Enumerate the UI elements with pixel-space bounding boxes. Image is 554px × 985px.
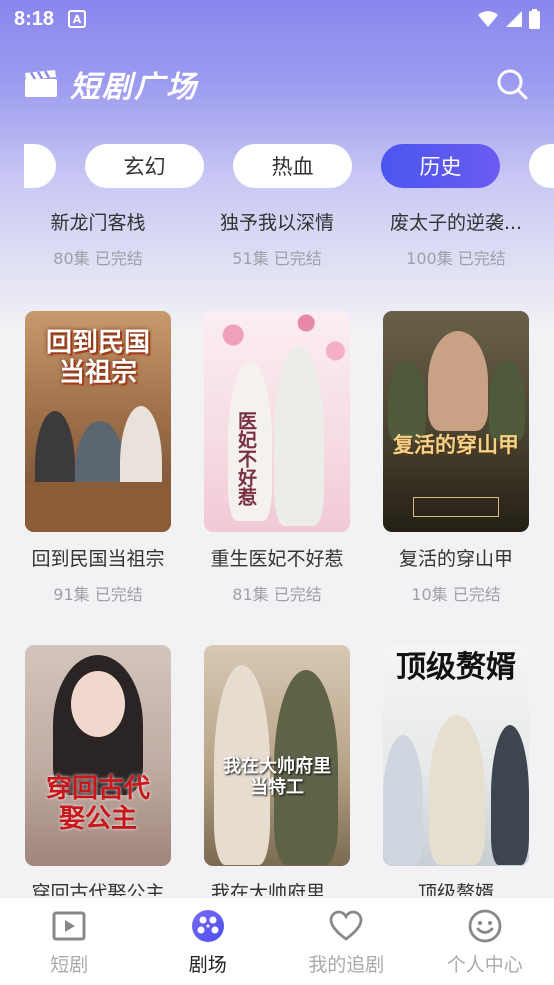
nav-label: 短剧 [50,954,89,976]
nav-label: 个人中心 [446,954,523,976]
app-header: 短剧广场 [0,56,554,112]
heart-icon [329,910,363,941]
search-icon [497,69,528,100]
drama-meta: 91集 已完结 [53,585,143,604]
poster-title: 顶级赘婿 [396,650,516,685]
drama-row: 穿回古代 娶公主 穿回古代娶公主 我在大帅府里 当特工 我在大帅府里... 顶级… [24,645,530,896]
drama-title: 我在大帅府里... [210,882,344,896]
drama-title: 顶级赘婿 [417,882,494,896]
nav-tab-juchang[interactable]: 剧场 [139,898,278,985]
drama-meta: 51集 已完结 [232,249,322,268]
poster-title: 医妃不好惹 [235,411,257,506]
nav-tab-profile[interactable]: 个人中心 [416,898,554,985]
page-title: 短剧广场 [70,70,198,105]
drama-card[interactable]: 穿回古代 娶公主 穿回古代娶公主 [24,645,172,896]
drama-poster[interactable]: 穿回古代 娶公主 [25,645,171,866]
theater-icon [191,910,224,942]
drama-row: 新龙门客栈 80集 已完结 独予我以深情 51集 已完结 废太子的逆袭... 1… [24,208,530,269]
drama-row: 回到民国 当祖宗 回到民国当祖宗 91集 已完结 医妃不好惹 重生医妃不好惹 8… [24,311,530,605]
poster-title: 穿回古代 娶公主 [45,774,150,834]
category-chip-rexue[interactable]: 热血 [233,144,352,188]
drama-title: 独予我以深情 [219,212,334,234]
category-chip-xuanhuan[interactable]: 玄幻 [85,144,204,188]
drama-card[interactable]: 顶级赘婿 顶级赘婿 [382,645,530,896]
nav-label: 剧场 [188,954,227,976]
drama-poster[interactable]: 我在大帅府里 当特工 [204,645,350,866]
play-square-icon [52,911,86,941]
drama-meta: 10集 已完结 [411,585,501,604]
category-tabs: 玄幻 热血 历史 [24,143,554,189]
drama-card[interactable]: 医妃不好惹 重生医妃不好惹 81集 已完结 [203,311,351,605]
drama-grid: 新龙门客栈 80集 已完结 独予我以深情 51集 已完结 废太子的逆袭... 1… [0,190,554,896]
drama-card[interactable]: 新龙门客栈 80集 已完结 [24,208,172,269]
wifi-icon [478,11,498,27]
drama-title: 回到民国当祖宗 [31,548,165,570]
category-chip-partial[interactable] [24,144,56,188]
drama-meta: 81集 已完结 [232,585,322,604]
battery-icon [529,9,540,29]
clapperboard-icon [25,70,57,97]
drama-card[interactable]: 废太子的逆袭... 100集 已完结 [382,208,530,269]
drama-poster[interactable]: 顶级赘婿 [383,645,529,866]
drama-title: 新龙门客栈 [50,212,146,234]
drama-meta: 80集 已完结 [53,249,143,268]
drama-title: 复活的穿山甲 [398,548,513,570]
smiley-icon [468,909,502,943]
drama-meta: 100集 已完结 [406,249,506,268]
bottom-navigation: 短剧 剧场 我的追剧 个人中心 [0,897,554,985]
search-button[interactable] [494,66,530,102]
drama-card[interactable]: 回到民国 当祖宗 回到民国当祖宗 91集 已完结 [24,311,172,605]
poster-title: 我在大帅府里 当特工 [223,756,331,798]
status-time: 8:18 [14,7,55,30]
drama-title: 废太子的逆袭... [389,212,523,234]
drama-title: 重生医妃不好惹 [210,548,344,570]
drama-card[interactable]: 独予我以深情 51集 已完结 [203,208,351,269]
nav-label: 我的追剧 [308,954,385,976]
drama-card[interactable]: 我在大帅府里 当特工 我在大帅府里... [203,645,351,896]
drama-poster[interactable]: 回到民国 当祖宗 [25,311,171,532]
drama-poster[interactable]: 医妃不好惹 [204,311,350,532]
category-chip-partial[interactable] [529,144,554,188]
drama-poster[interactable]: 复活的穿山甲 [383,311,529,532]
nav-tab-zhuiju[interactable]: 我的追剧 [277,898,416,985]
notification-icon: A [68,10,87,28]
drama-title: 穿回古代娶公主 [31,882,165,896]
poster-title: 复活的穿山甲 [393,432,519,457]
category-chip-lishi[interactable]: 历史 [381,144,500,188]
nav-tab-duanju[interactable]: 短剧 [0,898,139,985]
poster-title: 回到民国 当祖宗 [45,328,150,388]
drama-card[interactable]: 复活的穿山甲 复活的穿山甲 10集 已完结 [382,311,530,605]
status-bar: 8:18 A [0,0,554,38]
signal-icon [506,11,522,27]
